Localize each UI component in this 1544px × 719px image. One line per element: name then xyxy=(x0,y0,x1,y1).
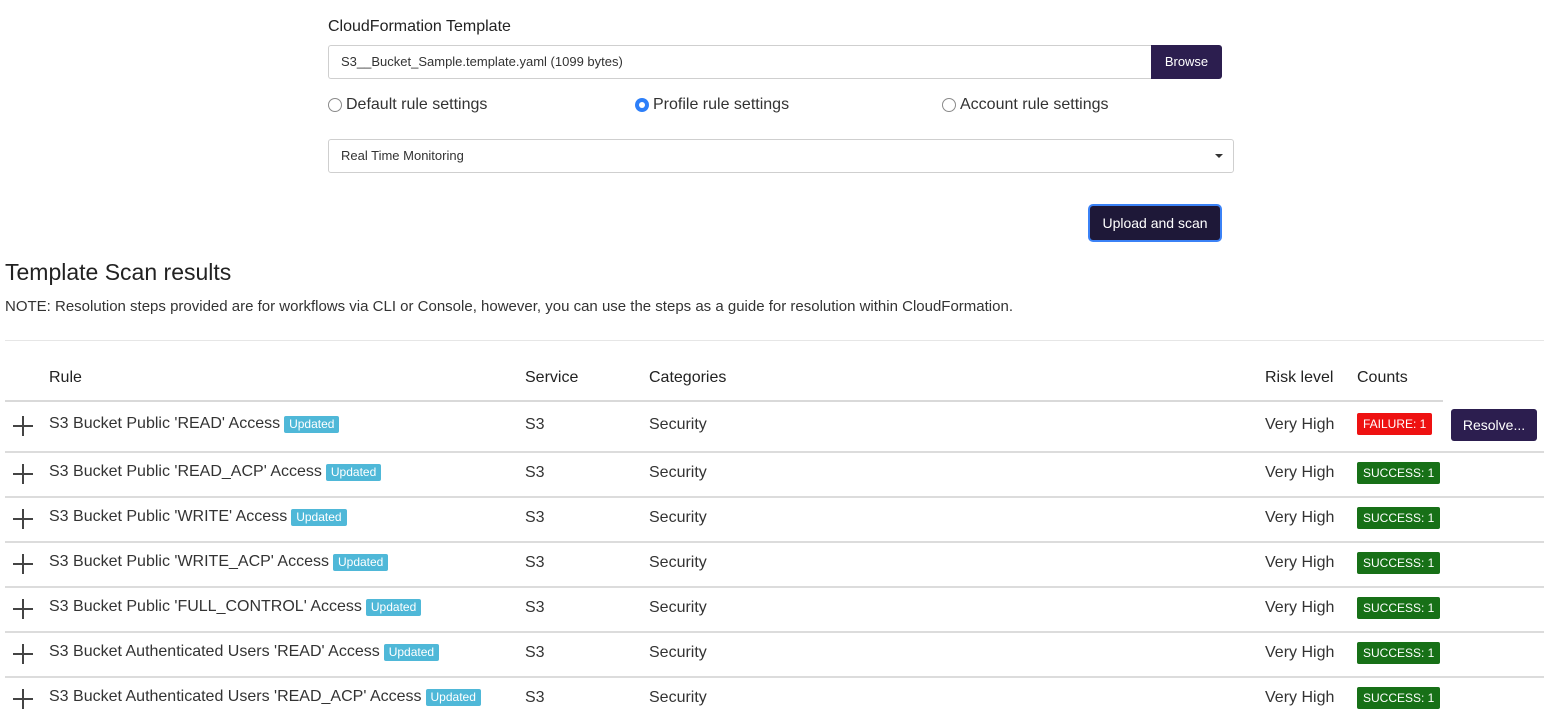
risk-level-cell: Very High xyxy=(1265,464,1335,481)
expand-plus-icon[interactable] xyxy=(13,509,33,529)
radio-unchecked-icon[interactable] xyxy=(942,98,956,112)
service-cell: S3 xyxy=(525,464,545,481)
table-row: S3 Bucket Authenticated Users 'READ_ACP'… xyxy=(5,678,1544,719)
service-cell: S3 xyxy=(525,644,545,661)
service-cell: S3 xyxy=(525,416,545,433)
rule-name[interactable]: S3 Bucket Public 'READ_ACP' Access xyxy=(49,463,322,481)
file-input[interactable]: S3__Bucket_Sample.template.yaml (1099 by… xyxy=(328,45,1151,79)
rule-cell: S3 Bucket Public 'WRITE' Access Updated xyxy=(49,508,347,526)
form-label: CloudFormation Template xyxy=(328,18,511,35)
rule-name[interactable]: S3 Bucket Public 'FULL_CONTROL' Access xyxy=(49,598,362,616)
rule-name[interactable]: S3 Bucket Public 'WRITE' Access xyxy=(49,508,287,526)
column-header-counts: Counts xyxy=(1357,369,1408,386)
radio-label: Profile rule settings xyxy=(653,96,790,113)
category-cell: Security xyxy=(649,689,707,706)
table-row: S3 Bucket Public 'WRITE_ACP' Access Updat… xyxy=(5,543,1544,588)
column-header-service: Service xyxy=(525,369,579,386)
service-cell: S3 xyxy=(525,689,545,706)
radio-label: Default rule settings xyxy=(346,96,488,113)
caret-down-icon xyxy=(1215,154,1223,158)
updated-badge: Updated xyxy=(383,643,440,661)
column-header-risk-level: Risk level xyxy=(1265,369,1334,386)
table-row: S3 Bucket Authenticated Users 'READ' Acc… xyxy=(5,633,1544,678)
risk-level-cell: Very High xyxy=(1265,554,1335,571)
results-title: Template Scan results xyxy=(5,259,232,285)
expand-plus-icon[interactable] xyxy=(13,599,33,619)
success-count-badge: SUCCESS: 1 xyxy=(1357,462,1441,484)
success-count-badge: SUCCESS: 1 xyxy=(1357,507,1441,529)
service-cell: S3 xyxy=(525,509,545,526)
upload-and-scan-button[interactable]: Upload and scan xyxy=(1090,206,1220,240)
table-row: S3 Bucket Public 'READ' Access Updated S3… xyxy=(5,402,1544,453)
updated-badge: Updated xyxy=(325,463,382,481)
divider xyxy=(5,340,1544,341)
radio-unchecked-icon[interactable] xyxy=(328,98,342,112)
radio-default-rule-settings[interactable]: Default rule settings xyxy=(328,96,487,114)
updated-badge: Updated xyxy=(365,598,422,616)
rule-name[interactable]: S3 Bucket Authenticated Users 'READ' Acc… xyxy=(49,643,380,661)
radio-profile-rule-settings[interactable]: Profile rule settings xyxy=(635,96,789,114)
table-row: S3 Bucket Public 'FULL_CONTROL' Access Up… xyxy=(5,588,1544,633)
expand-plus-icon[interactable] xyxy=(13,554,33,574)
rule-name[interactable]: S3 Bucket Authenticated Users 'READ_ACP'… xyxy=(49,688,422,706)
category-cell: Security xyxy=(649,509,707,526)
table-row: S3 Bucket Public 'WRITE' Access Updated S… xyxy=(5,498,1544,543)
rule-name[interactable]: S3 Bucket Public 'READ' Access xyxy=(49,415,280,433)
updated-badge: Updated xyxy=(284,415,340,433)
service-cell: S3 xyxy=(525,554,545,571)
resolution-note: NOTE: Resolution steps provided are for … xyxy=(5,298,1013,315)
rule-cell: S3 Bucket Public 'READ' Access Updated xyxy=(49,415,340,433)
expand-plus-icon[interactable] xyxy=(13,689,33,709)
rule-cell: S3 Bucket Public 'READ_ACP' Access Update… xyxy=(49,463,382,481)
column-header-categories: Categories xyxy=(649,369,727,386)
service-cell: S3 xyxy=(525,599,545,616)
radio-account-rule-settings[interactable]: Account rule settings xyxy=(942,96,1109,114)
radio-label: Account rule settings xyxy=(960,96,1109,113)
risk-level-cell: Very High xyxy=(1265,689,1335,706)
resolve-button[interactable]: Resolve... xyxy=(1451,409,1537,441)
radio-checked-icon[interactable] xyxy=(635,98,649,112)
category-cell: Security xyxy=(649,464,707,481)
expand-plus-icon[interactable] xyxy=(13,416,33,436)
failure-count-badge: FAILURE: 1 xyxy=(1357,413,1433,435)
updated-badge: Updated xyxy=(332,553,389,571)
success-count-badge: SUCCESS: 1 xyxy=(1357,552,1441,574)
expand-plus-icon[interactable] xyxy=(13,464,33,484)
updated-badge: Updated xyxy=(291,508,347,526)
profile-select[interactable]: Real Time Monitoring xyxy=(328,139,1234,173)
risk-level-cell: Very High xyxy=(1265,416,1335,433)
browse-button[interactable]: Browse xyxy=(1151,45,1222,79)
category-cell: Security xyxy=(649,554,707,571)
rule-cell: S3 Bucket Public 'FULL_CONTROL' Access Up… xyxy=(49,598,422,616)
rule-name[interactable]: S3 Bucket Public 'WRITE_ACP' Access xyxy=(49,553,329,571)
success-count-badge: SUCCESS: 1 xyxy=(1357,642,1441,664)
category-cell: Security xyxy=(649,644,707,661)
updated-badge: Updated xyxy=(425,688,481,706)
column-header-rule: Rule xyxy=(49,369,82,386)
risk-level-cell: Very High xyxy=(1265,644,1335,661)
table-row: S3 Bucket Public 'READ_ACP' Access Update… xyxy=(5,453,1544,498)
rule-cell: S3 Bucket Public 'WRITE_ACP' Access Updat… xyxy=(49,553,389,571)
rule-cell: S3 Bucket Authenticated Users 'READ_ACP'… xyxy=(49,688,481,706)
risk-level-cell: Very High xyxy=(1265,599,1335,616)
file-row: S3__Bucket_Sample.template.yaml (1099 by… xyxy=(328,45,1222,79)
success-count-badge: SUCCESS: 1 xyxy=(1357,687,1441,709)
category-cell: Security xyxy=(649,599,707,616)
category-cell: Security xyxy=(649,416,707,433)
success-count-badge: SUCCESS: 1 xyxy=(1357,597,1441,619)
select-value: Real Time Monitoring xyxy=(341,148,464,163)
rule-cell: S3 Bucket Authenticated Users 'READ' Acc… xyxy=(49,643,440,661)
risk-level-cell: Very High xyxy=(1265,509,1335,526)
expand-plus-icon[interactable] xyxy=(13,644,33,664)
